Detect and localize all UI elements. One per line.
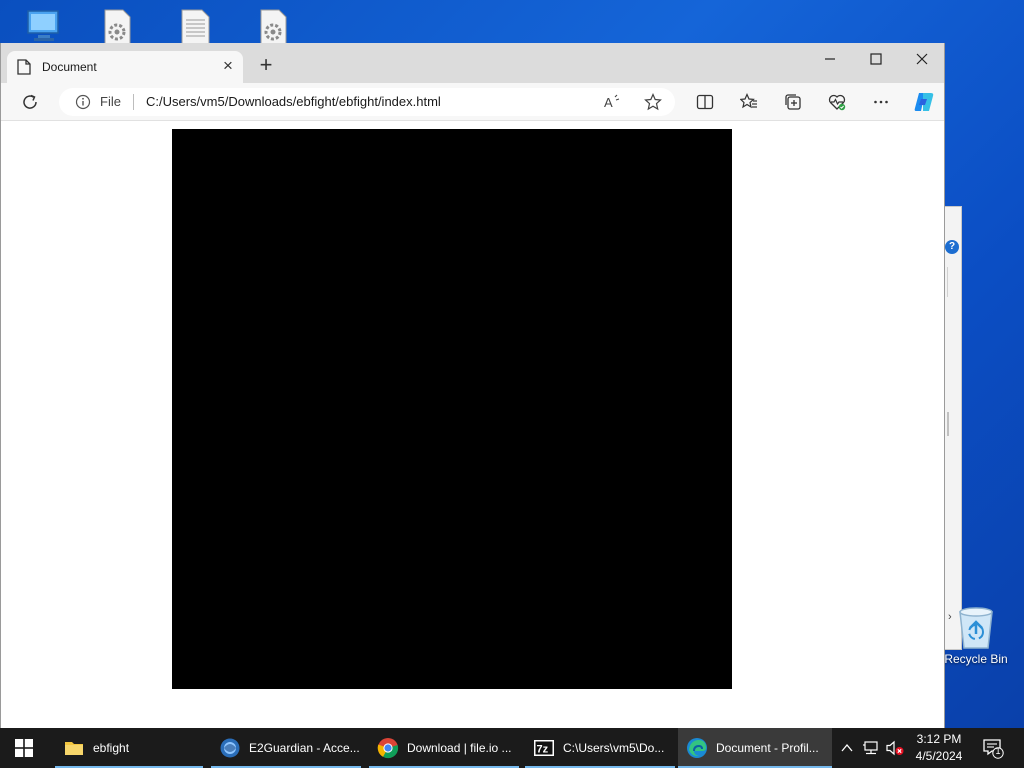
minimize-icon [825,58,835,60]
url-text[interactable]: C:/Users/vm5/Downloads/ebfight/ebfight/i… [146,94,441,109]
clock-date: 4/5/2024 [915,749,963,763]
browser-toolbar: File C:/Users/vm5/Downloads/ebfight/ebfi… [1,83,944,121]
taskbar-item-chrome[interactable]: Download | file.io ... [369,728,519,768]
taskbar: ebfight E2Guardian - Acce... Download | … [0,728,1024,768]
copilot-icon [914,93,934,111]
taskbar-item-label: Download | file.io ... [407,741,512,755]
show-hidden-icons-button[interactable] [837,738,857,758]
browser-essentials-button[interactable] [825,90,849,114]
taskbar-item-label: E2Guardian - Acce... [249,741,360,755]
clock[interactable]: 3:12 PM 4/5/2024 [910,731,968,765]
collections-icon [785,94,801,110]
folder-icon [65,742,83,755]
browser-window: Document × + File C:/Users/vm5/Downloads… [0,43,945,728]
recycle-bin-icon [959,607,993,649]
background-window[interactable]: ? › [944,206,962,650]
game-canvas[interactable] [172,129,732,689]
windows-logo-icon [15,739,33,757]
volume-button[interactable] [885,738,905,758]
read-aloud-icon[interactable]: A [603,93,621,111]
clock-time: 3:12 PM [916,732,962,746]
page-content [1,121,944,728]
start-button[interactable] [0,728,48,768]
settings-file-icon[interactable] [99,8,135,44]
tab-strip: Document × + [1,43,944,83]
more-icon [874,100,888,104]
tab-document[interactable]: Document × [7,51,243,83]
favorites-icon [740,93,757,109]
recycle-bin[interactable]: Recycle Bin [944,604,1008,666]
divider [947,267,948,297]
close-window-button[interactable] [899,45,945,73]
computer-icon[interactable] [26,8,62,44]
maximize-icon [870,53,882,65]
recycle-bin-label: Recycle Bin [944,652,1008,666]
taskbar-item-e2guardian[interactable]: E2Guardian - Acce... [211,728,361,768]
close-tab-icon[interactable]: × [219,57,237,75]
notification-center-button[interactable]: 1 [982,737,1004,759]
minimize-button[interactable] [807,45,853,73]
heart-pulse-icon [828,94,846,111]
address-bar[interactable]: File C:/Users/vm5/Downloads/ebfight/ebfi… [59,88,675,116]
tab-title: Document [42,60,97,74]
split-screen-icon [696,94,714,110]
collections-button[interactable] [781,90,805,114]
split-screen-button[interactable] [693,90,717,114]
copilot-button[interactable] [911,89,937,115]
add-favorite-icon[interactable] [644,93,662,111]
network-icon [863,741,878,755]
page-icon [17,59,31,75]
help-icon[interactable]: ? [945,240,959,254]
scrollbar-thumb[interactable] [947,412,949,436]
text-file-icon[interactable] [177,8,213,44]
settings-file-icon[interactable] [255,8,291,44]
new-tab-button[interactable]: + [255,54,277,77]
info-icon[interactable] [75,94,91,110]
taskbar-item-ebfight[interactable]: ebfight [55,728,203,768]
refresh-button[interactable] [18,90,42,114]
e2guardian-icon [220,738,240,758]
refresh-icon [23,94,37,109]
taskbar-item-7zip[interactable]: 7z C:\Users\vm5\Do... [525,728,675,768]
divider [133,94,134,110]
volume-muted-icon [886,740,904,756]
close-icon [916,53,928,65]
taskbar-item-label: Document - Profil... [716,741,819,755]
taskbar-item-label: ebfight [93,741,130,755]
maximize-button[interactable] [853,45,899,73]
more-options-button[interactable] [869,90,893,114]
network-button[interactable] [861,738,881,758]
edge-icon [687,738,707,758]
chevron-up-icon [841,743,853,752]
svg-text:A: A [604,95,613,110]
scheme-label: File [100,94,121,109]
favorites-button[interactable] [737,90,761,114]
7zip-icon: 7z [534,740,554,756]
svg-text:7z: 7z [537,744,549,756]
taskbar-item-edge[interactable]: Document - Profil... [678,728,832,768]
chrome-icon [377,738,399,759]
taskbar-item-label: C:\Users\vm5\Do... [563,741,665,755]
notification-count: 1 [995,746,1001,756]
